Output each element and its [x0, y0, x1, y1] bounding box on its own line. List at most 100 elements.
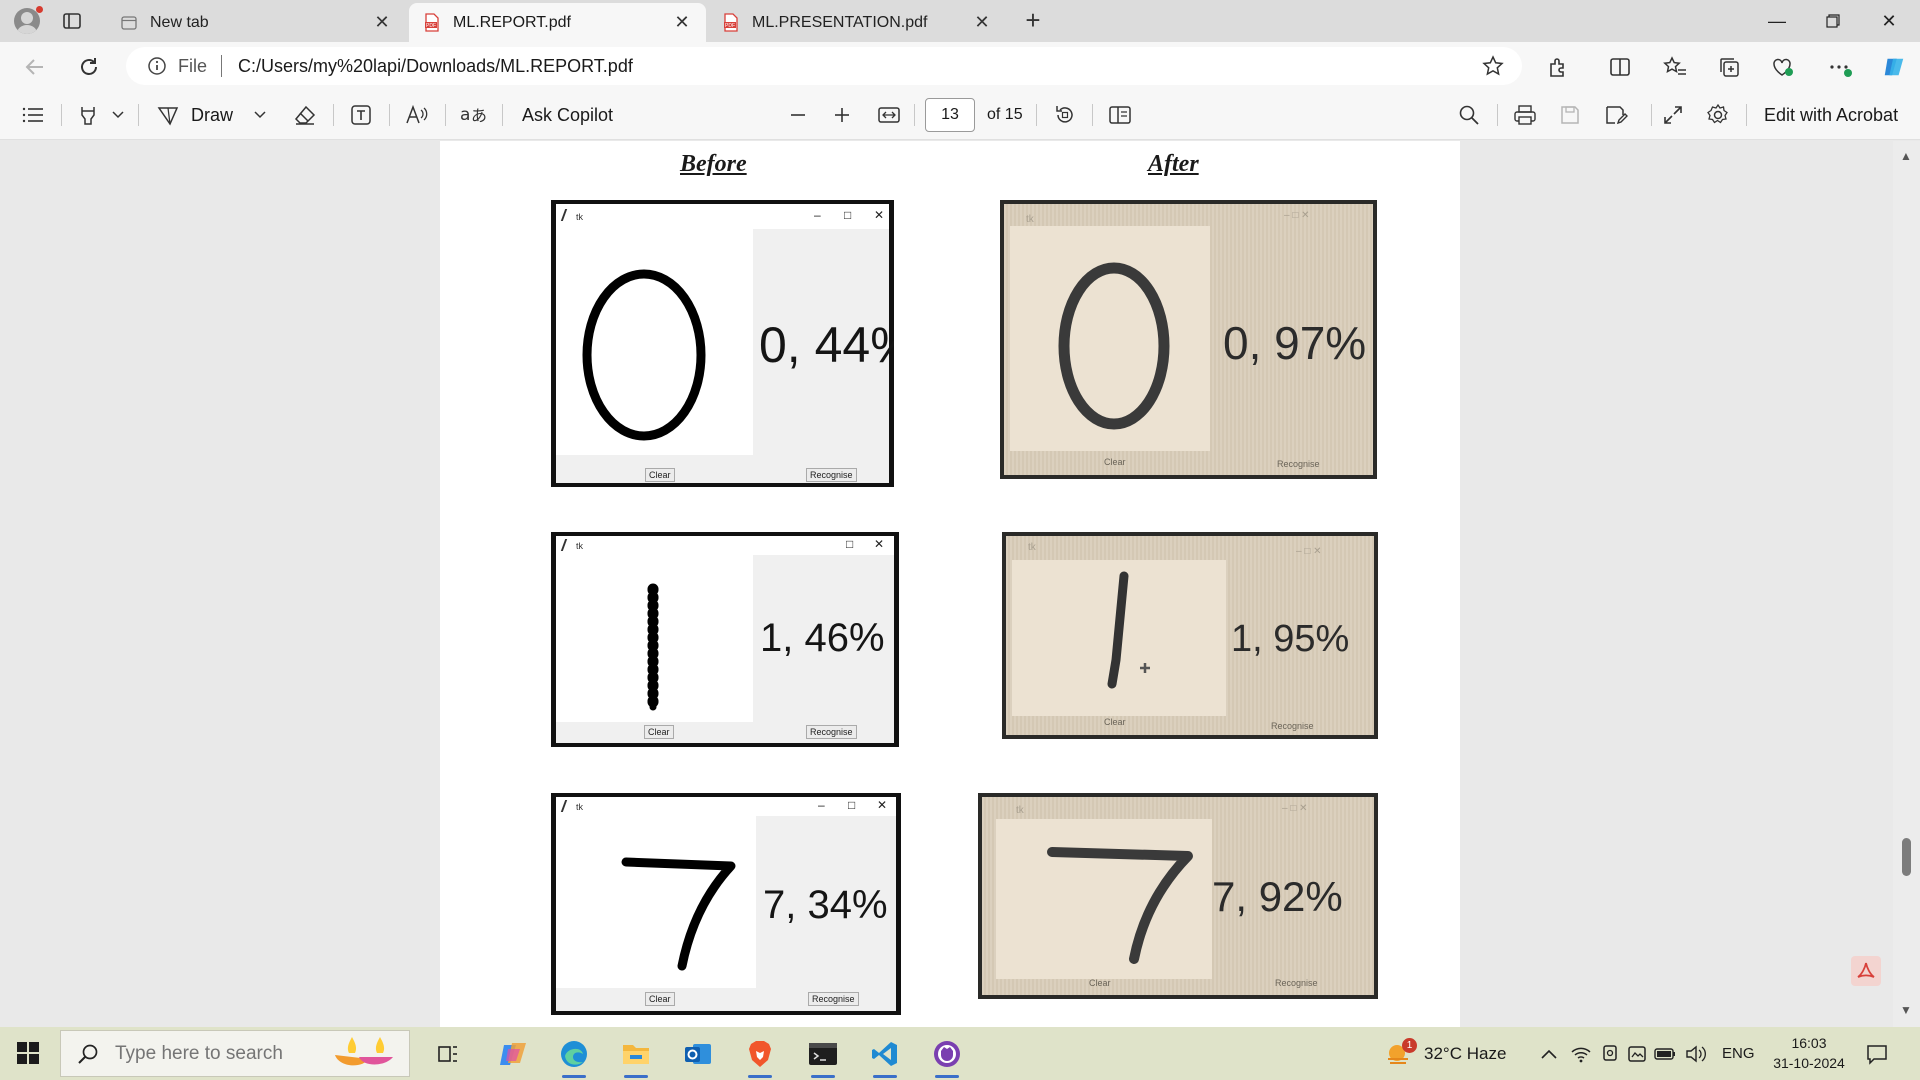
task-view-icon[interactable]: [424, 1035, 472, 1073]
copilot-app-icon[interactable]: [489, 1035, 537, 1073]
network-wifi-icon[interactable]: [1570, 1027, 1592, 1080]
input-language[interactable]: ENG: [1722, 1027, 1755, 1080]
svg-text:あ: あ: [471, 106, 486, 125]
collections-icon[interactable]: [1717, 55, 1741, 79]
acrobat-icon[interactable]: [1851, 956, 1881, 986]
close-window-button[interactable]: ✕: [1866, 6, 1912, 36]
copilot-icon[interactable]: [1882, 55, 1906, 79]
split-screen-icon[interactable]: [1608, 55, 1632, 79]
vertical-scrollbar[interactable]: ▲ ▼: [1893, 141, 1920, 1027]
search-input[interactable]: [115, 1042, 315, 1065]
file-explorer-icon[interactable]: [612, 1035, 660, 1078]
url-scheme: File: [178, 55, 208, 76]
terminal-icon[interactable]: [799, 1035, 847, 1078]
zoom-out-icon[interactable]: [789, 102, 807, 128]
draw-button[interactable]: Draw: [157, 102, 233, 128]
close-tab-icon[interactable]: ✕: [972, 12, 992, 33]
settings-more-icon[interactable]: [1828, 55, 1852, 79]
ask-copilot-button[interactable]: Ask Copilot: [522, 102, 613, 128]
extensions-icon[interactable]: [1546, 55, 1570, 79]
show-hidden-icons-chevron-icon[interactable]: [1541, 1027, 1557, 1080]
fit-to-page-icon[interactable]: [877, 102, 901, 128]
restore-button[interactable]: [1810, 6, 1856, 36]
before-heading: Before: [680, 151, 747, 177]
battery-icon[interactable]: [1654, 1027, 1676, 1080]
pdf-viewer[interactable]: Before After tk – □ ✕ 0, 44% Clear: [0, 141, 1920, 1027]
translate-icon[interactable]: aあ: [460, 102, 486, 128]
github-desktop-icon[interactable]: [923, 1035, 971, 1078]
window-controls: – □ ✕: [1282, 803, 1308, 814]
add-text-icon[interactable]: [350, 102, 372, 128]
rotate-icon[interactable]: [1054, 102, 1076, 128]
refresh-icon[interactable]: [76, 54, 102, 80]
tab-ml-presentation[interactable]: PDF ML.PRESENTATION.pdf ✕: [708, 3, 1006, 42]
tab-ml-report[interactable]: PDF ML.REPORT.pdf ✕: [409, 3, 706, 42]
system-clock[interactable]: 16:03 31-10-2024: [1766, 1033, 1852, 1073]
close-icon: ✕: [874, 537, 885, 551]
prediction-text: 7, 92%: [1212, 873, 1343, 920]
table-of-contents-icon[interactable]: [22, 102, 44, 128]
page-number-input[interactable]: 13: [925, 98, 975, 132]
back-arrow-icon[interactable]: [22, 54, 48, 80]
page-view-icon[interactable]: [1108, 102, 1132, 128]
eraser-icon[interactable]: [293, 102, 317, 128]
scroll-down-arrow-icon[interactable]: ▼: [1900, 1003, 1912, 1017]
new-tab-button[interactable]: +: [1018, 6, 1048, 36]
recognise-button-label: Recognise: [808, 992, 859, 1006]
pdf-settings-gear-icon[interactable]: [1706, 102, 1730, 128]
meet-now-icon[interactable]: [1601, 1027, 1619, 1080]
url-text[interactable]: C:/Users/my%20lapi/Downloads/ML.REPORT.p…: [238, 56, 633, 77]
zoom-in-icon[interactable]: [833, 102, 851, 128]
brave-browser-icon[interactable]: [736, 1035, 784, 1078]
close-tab-icon[interactable]: ✕: [372, 12, 392, 33]
browser-essentials-icon[interactable]: [1771, 55, 1795, 79]
edit-with-acrobat-button[interactable]: Edit with Acrobat: [1764, 102, 1898, 128]
read-aloud-icon[interactable]: [405, 102, 429, 128]
divider: [221, 55, 223, 77]
favorite-star-icon[interactable]: [1482, 55, 1504, 77]
highlight-icon[interactable]: [77, 102, 99, 128]
close-tab-icon[interactable]: ✕: [672, 12, 692, 33]
volume-icon[interactable]: [1685, 1027, 1707, 1080]
search-icon[interactable]: [1458, 102, 1480, 128]
full-screen-icon[interactable]: [1662, 102, 1684, 128]
after-heading: After: [1148, 151, 1199, 177]
print-icon[interactable]: [1513, 102, 1537, 128]
save-as-icon[interactable]: [1604, 102, 1628, 128]
windows-start-icon[interactable]: [16, 1041, 40, 1065]
highlight-dropdown-chevron-icon[interactable]: [112, 102, 124, 128]
outlook-icon[interactable]: [674, 1035, 722, 1073]
diya-lamp-icon: [335, 1037, 393, 1066]
edge-app-icon[interactable]: [550, 1035, 598, 1078]
divider: [138, 104, 139, 126]
vscode-icon[interactable]: [861, 1035, 909, 1078]
address-bar[interactable]: File C:/Users/my%20lapi/Downloads/ML.REP…: [126, 47, 1522, 85]
window-controls: – □ ✕: [1284, 210, 1310, 221]
tk-titlebar: tk – □ ✕: [556, 797, 896, 816]
taskbar-search[interactable]: [60, 1030, 410, 1077]
clock-date: 31-10-2024: [1773, 1055, 1845, 1071]
scroll-up-arrow-icon[interactable]: ▲: [1900, 149, 1912, 163]
maximize-icon: □: [846, 537, 854, 551]
tray-app-icon[interactable]: [1627, 1027, 1647, 1080]
pdf-file-icon: PDF: [722, 13, 740, 33]
site-info-icon[interactable]: [146, 55, 168, 77]
tk-feather-icon: [560, 539, 572, 551]
tk-title: tk: [1028, 542, 1036, 553]
before-screenshot-digit-1: tk □ ✕ 1, 46% Clear Recognise: [551, 532, 899, 747]
pdf-toolbar: Draw aあ Ask Copilot 13 of 15 Edit with A…: [0, 90, 1920, 140]
handwritten-digit-1: [647, 583, 659, 713]
draw-label: Draw: [191, 104, 234, 125]
tk-titlebar: tk □ ✕: [556, 536, 894, 555]
divider: [61, 104, 62, 126]
tk-title: tk: [576, 212, 584, 222]
tab-actions-icon[interactable]: [62, 11, 82, 31]
tab-new-tab[interactable]: New tab ✕: [106, 3, 406, 42]
draw-dropdown-chevron-icon[interactable]: [254, 102, 266, 128]
minimize-button[interactable]: —: [1754, 6, 1800, 36]
scrollbar-thumb[interactable]: [1902, 838, 1911, 876]
weather-widget[interactable]: 1 32°C Haze: [1384, 1027, 1506, 1080]
notifications-icon[interactable]: [1866, 1027, 1888, 1080]
favorites-icon[interactable]: [1663, 55, 1687, 79]
save-icon[interactable]: [1559, 102, 1581, 128]
